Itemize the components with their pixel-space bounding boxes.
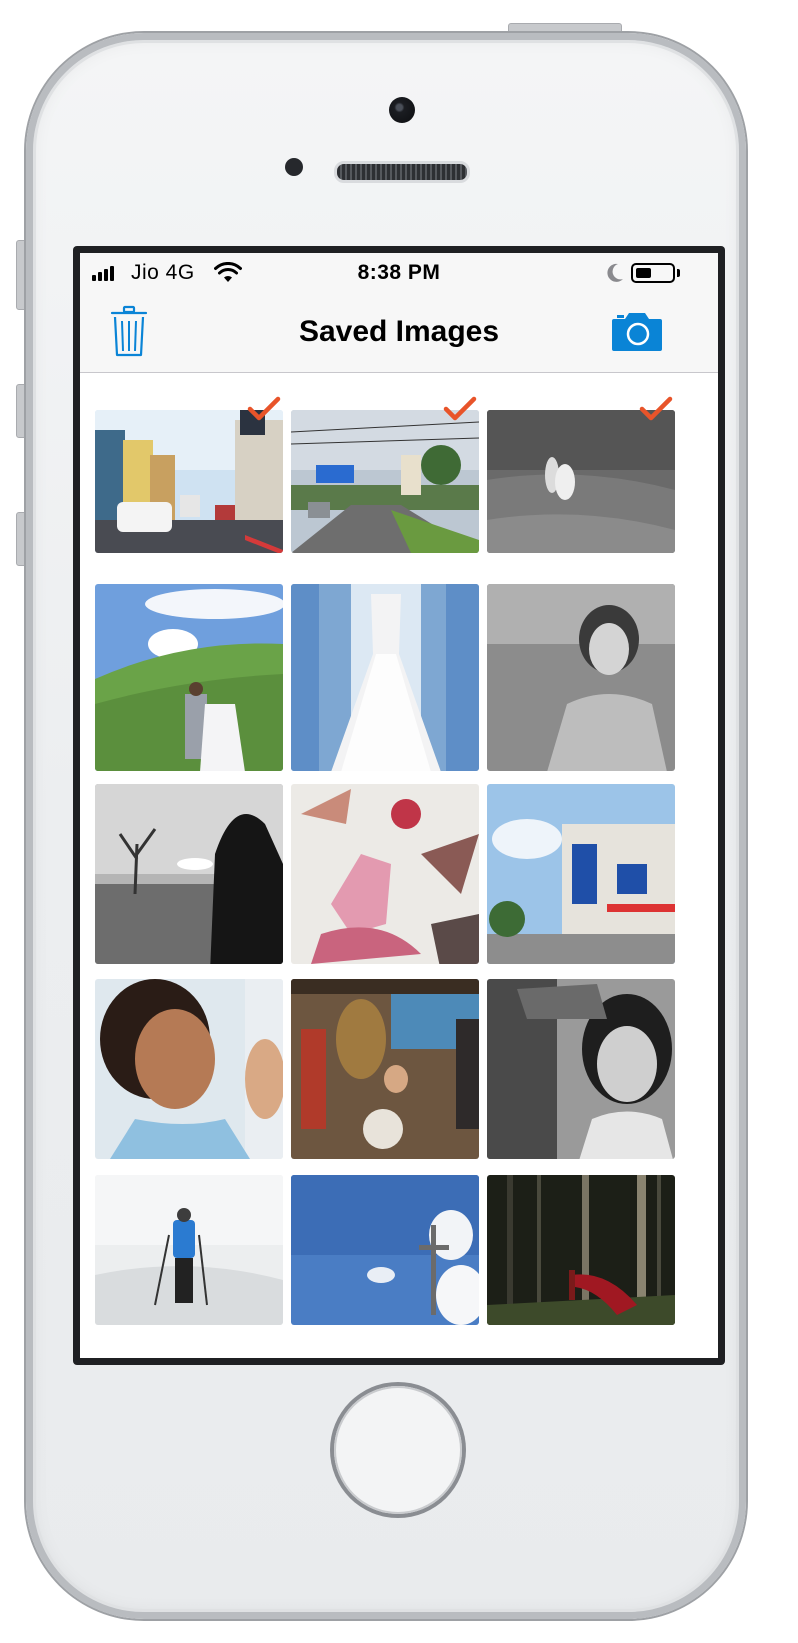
navigation-bar: Saved Images bbox=[80, 295, 718, 373]
selected-checkmark-icon bbox=[639, 396, 673, 421]
photo-street-buildings bbox=[95, 410, 283, 553]
image-thumbnail[interactable] bbox=[291, 584, 479, 771]
photo-shops-street bbox=[487, 784, 675, 964]
image-thumbnail[interactable] bbox=[487, 784, 675, 964]
battery-tip bbox=[677, 269, 680, 277]
battery-level-fill bbox=[636, 268, 651, 278]
camera-icon bbox=[612, 313, 662, 351]
image-thumbnail[interactable] bbox=[95, 784, 283, 964]
photo-hooded-figure-bw bbox=[95, 784, 283, 964]
image-thumbnail[interactable] bbox=[291, 396, 479, 553]
photo-band-drums bbox=[291, 979, 479, 1159]
image-thumbnail[interactable] bbox=[291, 784, 479, 964]
photo-woman-smiling bbox=[95, 979, 283, 1159]
photo-cross-sky bbox=[291, 1175, 479, 1325]
screen: Jio 4G 8:38 PM Saved Images bbox=[80, 253, 718, 1358]
selected-checkmark-icon bbox=[247, 396, 281, 421]
photo-wedding-dress bbox=[291, 584, 479, 771]
image-thumbnail[interactable] bbox=[487, 1175, 675, 1325]
do-not-disturb-moon-icon bbox=[607, 263, 623, 282]
image-thumbnail[interactable] bbox=[487, 979, 675, 1159]
image-thumbnail[interactable] bbox=[487, 396, 675, 553]
photo-forest-red-dress bbox=[487, 1175, 675, 1325]
status-bar: Jio 4G 8:38 PM bbox=[80, 253, 718, 295]
image-thumbnail[interactable] bbox=[291, 1175, 479, 1325]
camera-button[interactable] bbox=[611, 310, 663, 352]
photo-abstract-art bbox=[291, 784, 479, 964]
battery-icon bbox=[631, 263, 675, 283]
earpiece-speaker bbox=[334, 161, 470, 183]
front-camera bbox=[389, 97, 415, 123]
home-button[interactable] bbox=[334, 1386, 462, 1514]
photo-road-billboard bbox=[291, 410, 479, 553]
photo-woman-portrait-bw bbox=[487, 584, 675, 771]
image-thumbnail[interactable] bbox=[95, 584, 283, 771]
image-thumbnail[interactable] bbox=[95, 1175, 283, 1325]
photo-couple-hill bbox=[95, 584, 283, 771]
photo-skier-snow bbox=[95, 1175, 283, 1325]
image-thumbnail[interactable] bbox=[487, 584, 675, 771]
proximity-sensor bbox=[285, 158, 303, 176]
image-thumbnail[interactable] bbox=[95, 979, 283, 1159]
selected-checkmark-icon bbox=[443, 396, 477, 421]
image-thumbnail[interactable] bbox=[291, 979, 479, 1159]
photo-couple-field-bw bbox=[487, 410, 675, 553]
photo-girl-bw bbox=[487, 979, 675, 1159]
image-thumbnail[interactable] bbox=[95, 396, 283, 553]
